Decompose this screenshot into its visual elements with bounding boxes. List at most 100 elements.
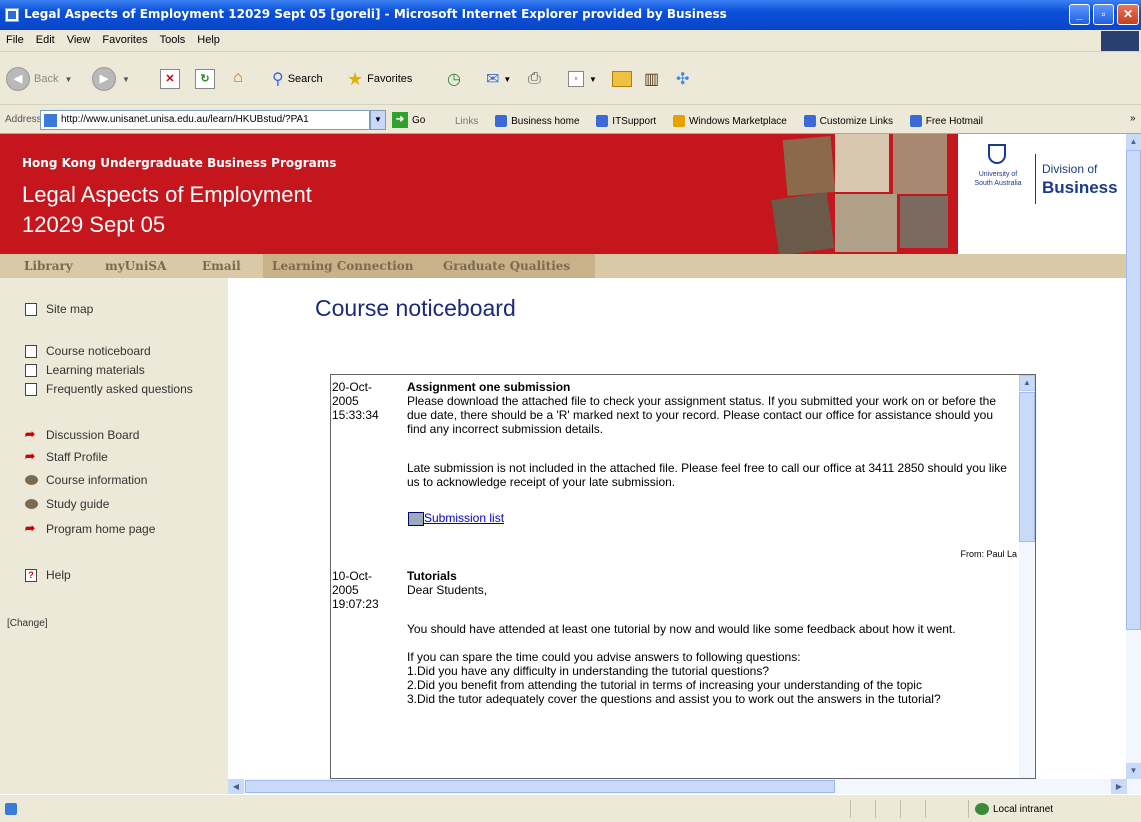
menu-view[interactable]: View (61, 30, 97, 46)
sidebar-item-label: Frequently asked questions (46, 382, 193, 396)
nav-graduate-qualities[interactable]: Graduate Qualities (443, 259, 570, 273)
course-code: 12029 Sept 05 (22, 212, 166, 237)
scroll-right-icon[interactable]: ▶ (1111, 779, 1127, 794)
favorites-button[interactable]: ★ Favorites (347, 65, 412, 93)
forward-arrow-icon: ▶ (92, 67, 116, 91)
menu-tools[interactable]: Tools (154, 30, 192, 46)
nav-learning-connection[interactable]: Learning Connection (272, 259, 414, 273)
status-divider (925, 800, 926, 818)
external-link-icon: ➦ (25, 427, 36, 441)
main-content: Course noticeboard 20-Oct- 2005 15:33:34 A… (228, 278, 1126, 779)
sidebar-item-site-map[interactable]: Site map (25, 302, 93, 316)
link-icon (673, 115, 685, 127)
link-free-hotmail[interactable]: Free Hotmail (909, 115, 983, 127)
home-icon: ⌂ (233, 69, 243, 86)
back-dropdown-icon[interactable]: ▼ (64, 75, 72, 84)
research-icon: ▥ (644, 71, 660, 88)
scroll-thumb[interactable] (1126, 150, 1141, 630)
back-button[interactable]: ◀ Back ▼ (6, 65, 72, 93)
page-vertical-scrollbar[interactable]: ▲ ▼ (1126, 134, 1141, 779)
link-icon (803, 115, 816, 127)
favorites-label: Favorites (367, 73, 413, 85)
history-button[interactable]: ◷ (447, 65, 461, 93)
course-title: Legal Aspects of Employment (22, 182, 312, 207)
university-logo: University of South Australia Division of… (958, 134, 1126, 254)
notice-title: Tutorials (407, 569, 457, 583)
sidebar-item-label: Staff Profile (46, 450, 108, 464)
scroll-up-icon[interactable]: ▲ (1126, 134, 1141, 150)
intranet-icon (975, 803, 989, 815)
menu-file[interactable]: File (0, 30, 30, 46)
noticeboard-scrollbar[interactable]: ▲ (1019, 375, 1035, 778)
link-windows-marketplace[interactable]: Windows Marketplace (673, 115, 787, 127)
close-button[interactable]: ✕ (1117, 4, 1139, 25)
address-dropdown-button[interactable]: ▼ (370, 110, 386, 130)
messenger-button[interactable]: ✣ (676, 65, 689, 93)
home-button[interactable]: ⌂ (228, 65, 248, 93)
menu-favorites[interactable]: Favorites (96, 30, 153, 46)
scroll-thumb[interactable] (1019, 392, 1035, 542)
edit-dropdown-icon: ▼ (589, 74, 597, 84)
sidebar-item-discussion-board[interactable]: ➦ Discussion Board (25, 428, 139, 442)
page-banner: Hong Kong Undergraduate Business Program… (0, 134, 1126, 256)
link-icon (495, 115, 508, 127)
minimize-button[interactable]: _ (1069, 4, 1090, 25)
university-name: University of South Australia (963, 170, 1033, 188)
sidebar-item-program-home-page[interactable]: ➦ Program home page (25, 522, 155, 536)
sidebar-item-course-noticeboard[interactable]: Course noticeboard (25, 344, 151, 358)
notice-date: 10-Oct- 2005 19:07:23 (332, 569, 402, 611)
mail-button[interactable]: ✉ ▼ (486, 65, 511, 93)
folder-icon (612, 71, 632, 87)
page-horizontal-scrollbar[interactable]: ◀ ▶ (228, 779, 1141, 794)
maximize-button[interactable]: ▫ (1093, 4, 1114, 25)
change-link[interactable]: [Change] (7, 618, 48, 629)
menu-edit[interactable]: Edit (30, 30, 61, 46)
links-more-button[interactable]: » (1130, 113, 1136, 124)
stop-button[interactable]: ✕ (160, 65, 180, 93)
menu-help[interactable]: Help (191, 30, 226, 46)
page-title: Course noticeboard (315, 295, 516, 321)
study-guide-icon (25, 499, 38, 509)
scroll-thumb[interactable] (245, 780, 835, 793)
refresh-button[interactable]: ↻ (195, 65, 215, 93)
search-button[interactable]: ⚲ Search (272, 65, 323, 93)
help-icon: ? (25, 569, 37, 582)
address-input[interactable]: http://www.unisanet.unisa.edu.au/learn/H… (40, 110, 370, 130)
go-button[interactable]: ➜ Go (392, 112, 425, 128)
sidebar-item-faq[interactable]: Frequently asked questions (25, 382, 195, 396)
print-button[interactable]: ⎙ (528, 65, 541, 93)
submission-list-link[interactable]: Submission list (408, 511, 504, 526)
folder-button[interactable] (612, 65, 632, 93)
edit-button[interactable]: ▫ ▼ (568, 65, 597, 93)
notice-from: From: Paul La (960, 549, 1017, 559)
notice-title: Assignment one submission (407, 380, 571, 394)
link-customize-links[interactable]: Customize Links (803, 115, 893, 127)
back-label: Back (34, 73, 59, 85)
sidebar-item-help[interactable]: ? Help (25, 568, 71, 582)
link-business-home[interactable]: Business home (495, 115, 580, 127)
nav-myunisa[interactable]: myUniSA (105, 259, 166, 273)
scroll-up-icon[interactable]: ▲ (1019, 375, 1035, 391)
notice-body: You should have attended at least one tu… (407, 622, 956, 636)
forward-dropdown-icon[interactable]: ▼ (122, 75, 130, 84)
nav-email[interactable]: Email (202, 259, 241, 273)
scroll-down-icon[interactable]: ▼ (1126, 763, 1141, 779)
sidebar-item-label: Course noticeboard (46, 344, 151, 358)
menu-bar: File Edit View Favorites Tools Help (0, 30, 1141, 52)
window-title: Legal Aspects of Employment 12029 Sept 0… (24, 7, 727, 21)
nav-library[interactable]: Library (24, 259, 73, 273)
scroll-left-icon[interactable]: ◀ (228, 779, 244, 794)
division-label: Division of (1042, 162, 1098, 176)
status-bar: Local intranet (0, 794, 1141, 822)
history-icon: ◷ (447, 71, 461, 88)
sidebar-item-course-information[interactable]: Course information (25, 473, 147, 487)
refresh-icon: ↻ (195, 69, 215, 89)
link-label: Business home (511, 115, 580, 127)
forward-button[interactable]: ▶ ▼ (92, 65, 130, 93)
sidebar-item-staff-profile[interactable]: ➦ Staff Profile (25, 450, 108, 464)
link-itsupport[interactable]: ITSupport (596, 115, 656, 127)
research-button[interactable]: ▥ (644, 65, 659, 93)
sidebar-item-learning-materials[interactable]: Learning materials (25, 363, 145, 377)
sidebar-item-study-guide[interactable]: Study guide (25, 497, 109, 511)
edit-icon: ▫ (568, 71, 584, 87)
